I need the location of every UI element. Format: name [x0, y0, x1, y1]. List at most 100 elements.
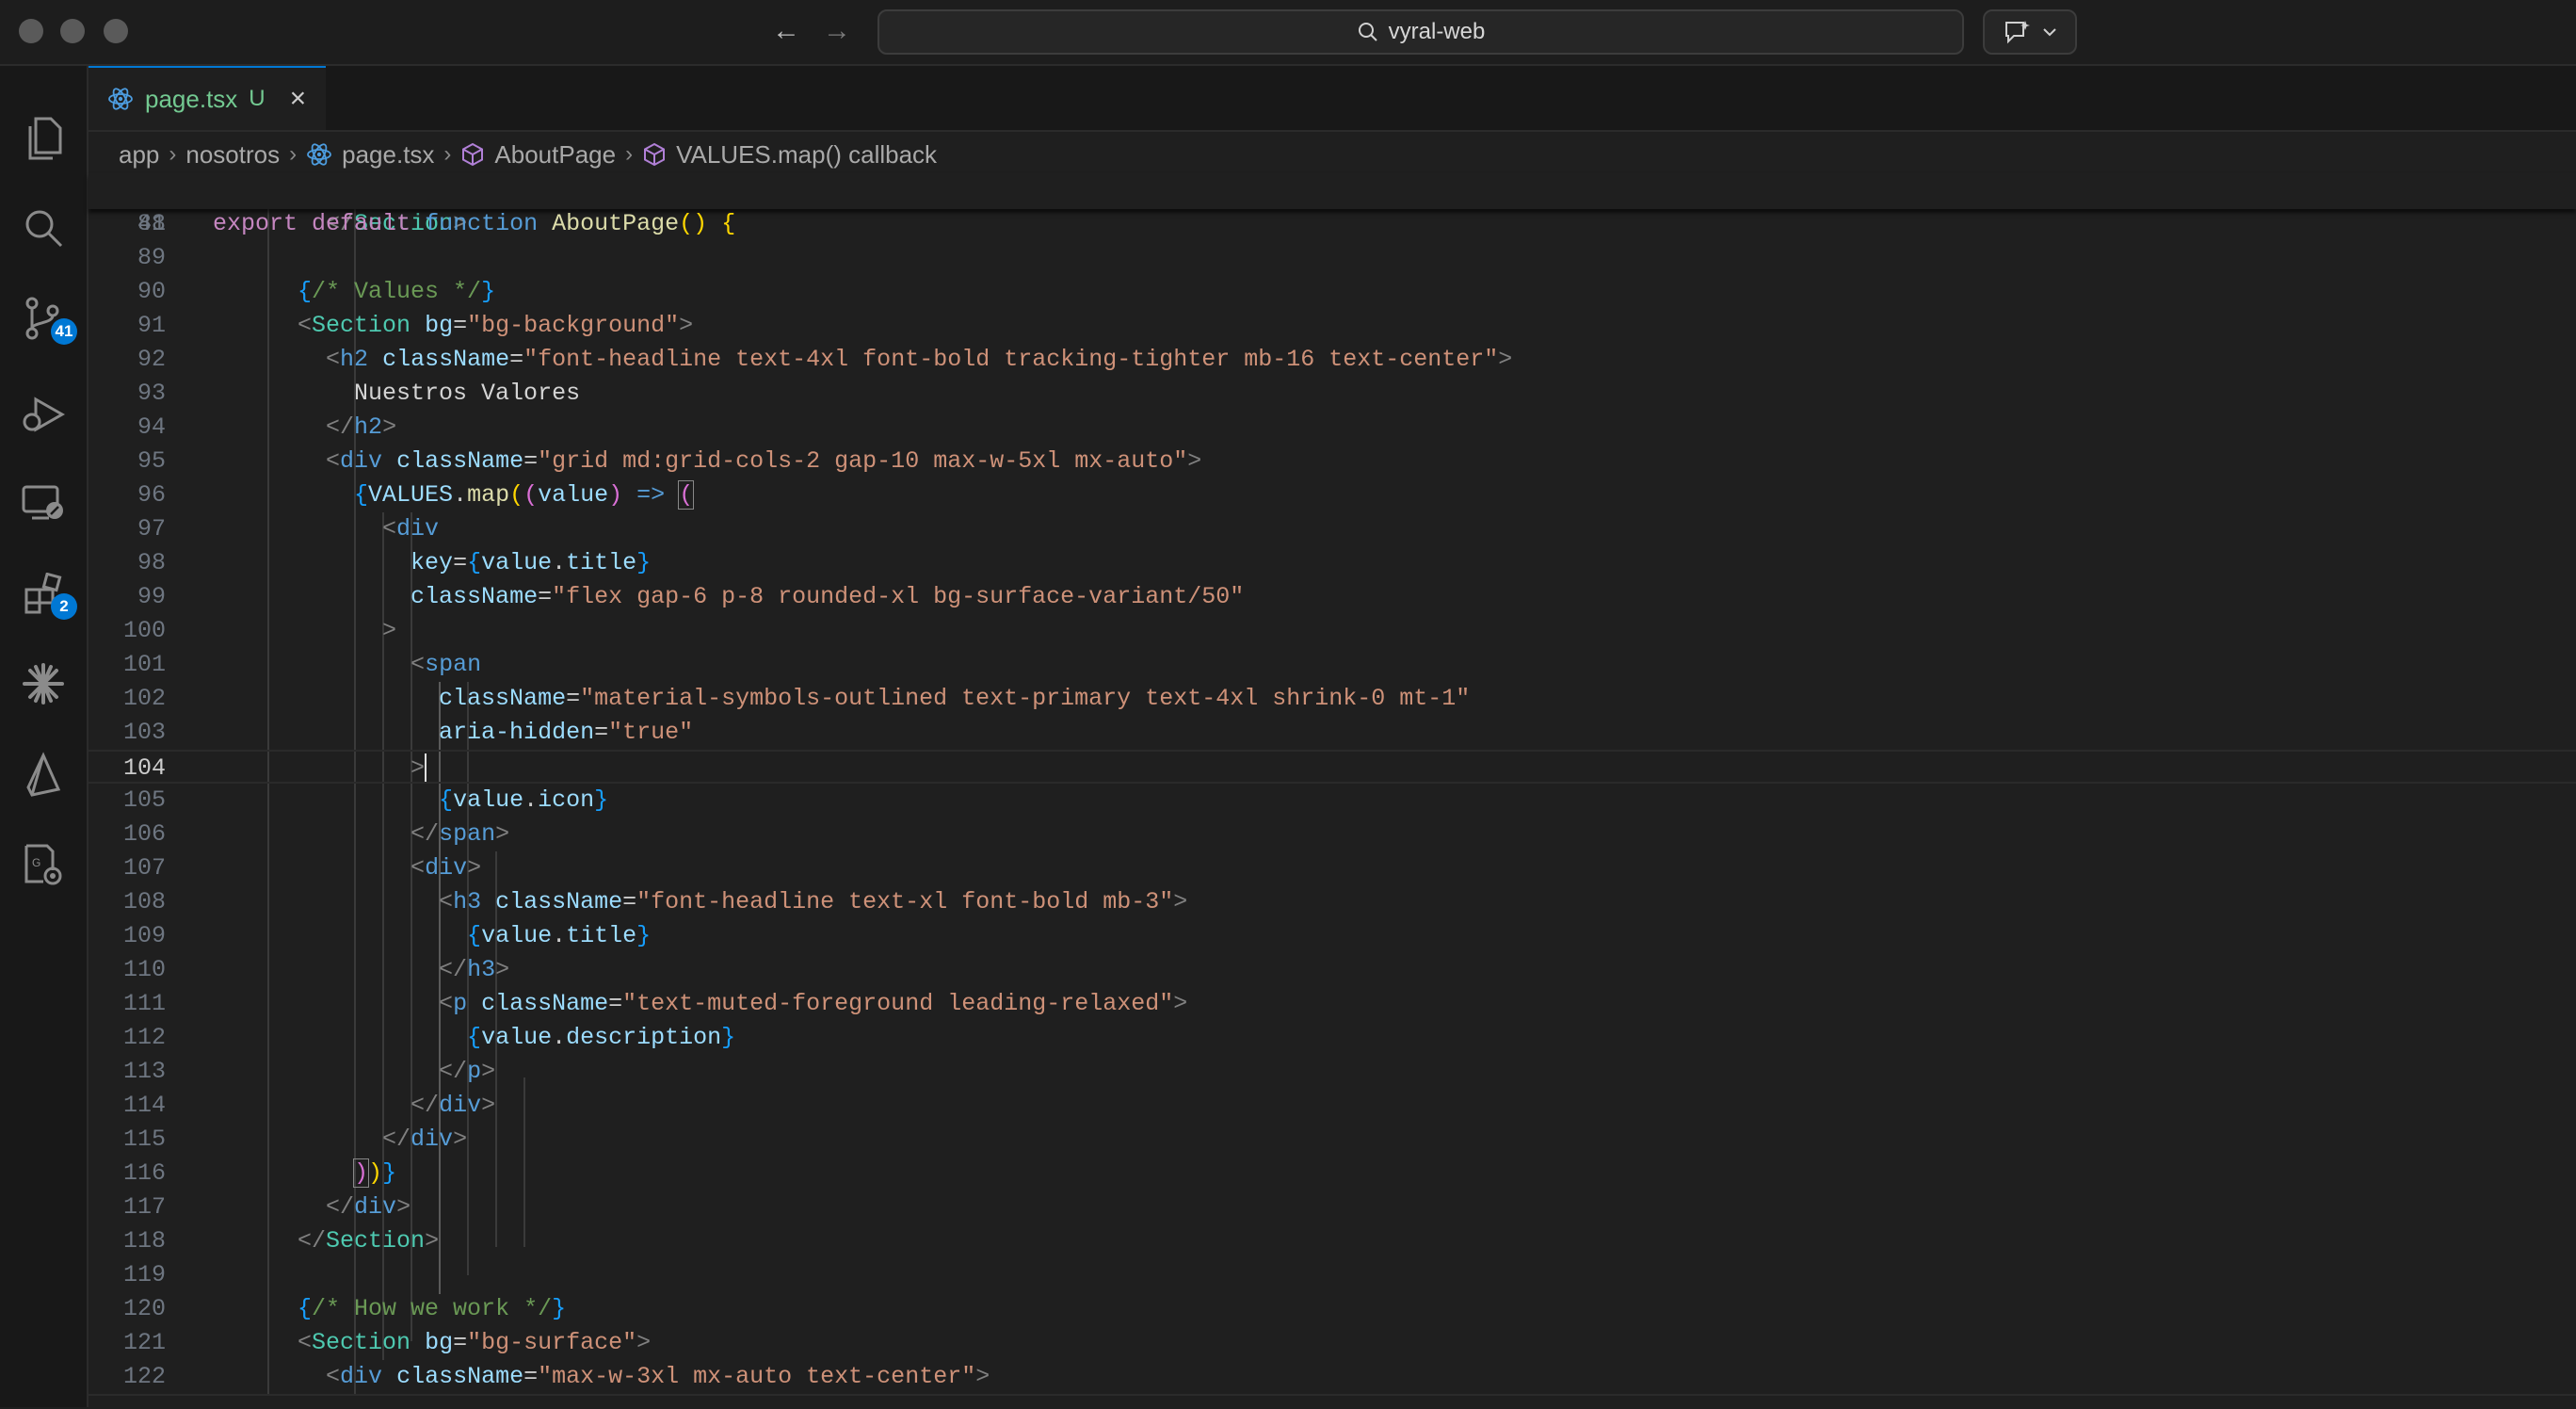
code-line: 101 <span — [89, 648, 2576, 682]
title-bar: ← → vyral-web — [0, 0, 2576, 66]
code-line: 116 ))} — [89, 1157, 2576, 1190]
code-line: 115 </div> — [89, 1123, 2576, 1157]
line-number: 122 — [122, 1363, 166, 1390]
line-number: 106 — [122, 820, 166, 848]
react-icon — [307, 143, 332, 166]
remote-explorer-icon[interactable] — [15, 475, 72, 531]
code-line: 112 {value.description} — [89, 1021, 2576, 1055]
code-line: 98 key={value.title} — [89, 546, 2576, 580]
line-number: 97 — [137, 515, 166, 543]
command-center-search[interactable]: vyral-web — [877, 9, 1964, 55]
line-number: 96 — [137, 481, 166, 509]
symbol-method-icon — [644, 142, 666, 167]
prisma-icon[interactable] — [15, 746, 72, 802]
breadcrumb-item-nosotros[interactable]: nosotros — [185, 140, 280, 170]
chevron-right-icon: › — [289, 141, 298, 167]
react-icon — [108, 88, 133, 110]
window-zoom-button[interactable] — [104, 19, 128, 43]
search-text: vyral-web — [1388, 19, 1486, 44]
code-editor[interactable]: 41 export default function AboutPage() { … — [89, 173, 2576, 1394]
svg-text:G: G — [32, 856, 40, 869]
editor-tab-bar: page.tsx U × — [89, 66, 2576, 132]
tab-label: page.tsx — [145, 84, 238, 113]
code-line: 119 — [89, 1258, 2576, 1292]
line-number: 112 — [122, 1024, 166, 1051]
line-number: 98 — [137, 549, 166, 576]
text-cursor — [425, 753, 427, 783]
breadcrumb-item-callback[interactable]: VALUES.map() callback — [676, 140, 937, 170]
code-line: 96 {VALUES.map((value) => ( — [89, 478, 2576, 512]
line-number: 94 — [137, 413, 166, 441]
extensions-badge: 2 — [51, 593, 77, 620]
line-number: 93 — [137, 380, 166, 407]
breadcrumb-item-file[interactable]: page.tsx — [342, 140, 434, 170]
search-icon[interactable] — [15, 200, 72, 256]
line-number: 103 — [122, 719, 166, 746]
line-number: 110 — [122, 956, 166, 983]
line-number: 92 — [137, 346, 166, 373]
code-line: 118 </Section> — [89, 1224, 2576, 1258]
containers-settings-icon[interactable]: G — [15, 836, 72, 893]
line-number: 115 — [122, 1126, 166, 1153]
chevron-right-icon: › — [443, 141, 452, 167]
line-number: 121 — [122, 1329, 166, 1356]
code-line: 113 </p> — [89, 1055, 2576, 1089]
code-line: 107 <div> — [89, 851, 2576, 885]
breadcrumb: app › nosotros › page.tsx › AboutPage › … — [119, 136, 937, 173]
code-line: 93 Nuestros Valores — [89, 377, 2576, 411]
breadcrumb-item-app[interactable]: app — [119, 140, 159, 170]
line-number: 90 — [137, 278, 166, 305]
chevron-right-icon: › — [169, 141, 177, 167]
code-line: 121 <Section bg="bg-surface"> — [89, 1326, 2576, 1360]
line-number: 120 — [122, 1295, 166, 1322]
code-line: 109 {value.title} — [89, 919, 2576, 953]
code-line-current: 104 > — [89, 750, 2576, 784]
chevron-right-icon: › — [625, 141, 634, 167]
code-line: 103 aria-hidden="true" — [89, 716, 2576, 750]
ai-sparkle-icon[interactable] — [15, 656, 72, 712]
code-line: 90 {/* Values */} — [89, 275, 2576, 309]
line-number: 109 — [122, 922, 166, 949]
code-line: 89 — [89, 241, 2576, 275]
code-line: 110 </h3> — [89, 953, 2576, 987]
line-number: 117 — [122, 1193, 166, 1221]
code-line: 102 className="material-symbols-outlined… — [89, 682, 2576, 716]
forward-arrow-icon[interactable]: → — [823, 13, 851, 49]
code-line: 91 <Section bg="bg-background"> — [89, 309, 2576, 343]
line-number: 41 — [137, 210, 166, 237]
chevron-down-icon — [2043, 28, 2056, 37]
tab-page-tsx[interactable]: page.tsx U × — [89, 66, 326, 130]
line-number: 111 — [122, 990, 166, 1017]
code-line: 108 <h3 className="font-headline text-xl… — [89, 885, 2576, 919]
line-number: 100 — [122, 617, 166, 644]
back-arrow-icon[interactable]: ← — [772, 13, 800, 49]
line-number: 95 — [137, 447, 166, 475]
code-line: 122 <div className="max-w-3xl mx-auto te… — [89, 1360, 2576, 1394]
source-control-icon[interactable]: 41 — [15, 290, 77, 347]
line-number: 108 — [122, 888, 166, 915]
activity-bar: 41 2 G — [0, 66, 89, 1407]
explorer-icon[interactable] — [15, 109, 72, 166]
code-line: 106 </span> — [89, 818, 2576, 851]
close-icon[interactable]: × — [290, 83, 307, 115]
window-close-button[interactable] — [19, 19, 43, 43]
search-icon — [1358, 23, 1377, 41]
code-line: 94 </h2> — [89, 411, 2576, 445]
line-number: 105 — [122, 786, 166, 814]
code-line: 99 className="flex gap-6 p-8 rounded-xl … — [89, 580, 2576, 614]
symbol-method-icon — [462, 142, 484, 167]
line-number: 104 — [122, 754, 166, 782]
line-number: 101 — [122, 651, 166, 678]
extensions-icon[interactable]: 2 — [15, 565, 77, 622]
chat-button[interactable] — [1983, 9, 2077, 55]
code-line: 95 <div className="grid md:grid-cols-2 g… — [89, 445, 2576, 478]
line-number: 118 — [122, 1227, 166, 1255]
run-debug-icon[interactable] — [15, 386, 72, 443]
code-line: 120 {/* How we work */} — [89, 1292, 2576, 1326]
tab-git-status: U — [249, 86, 266, 111]
code-line: 117 </div> — [89, 1190, 2576, 1224]
sticky-scroll-line[interactable]: 41 export default function AboutPage() { — [89, 173, 2576, 237]
code-line: 97 <div — [89, 512, 2576, 546]
breadcrumb-item-function[interactable]: AboutPage — [494, 140, 616, 170]
window-minimize-button[interactable] — [60, 19, 85, 43]
